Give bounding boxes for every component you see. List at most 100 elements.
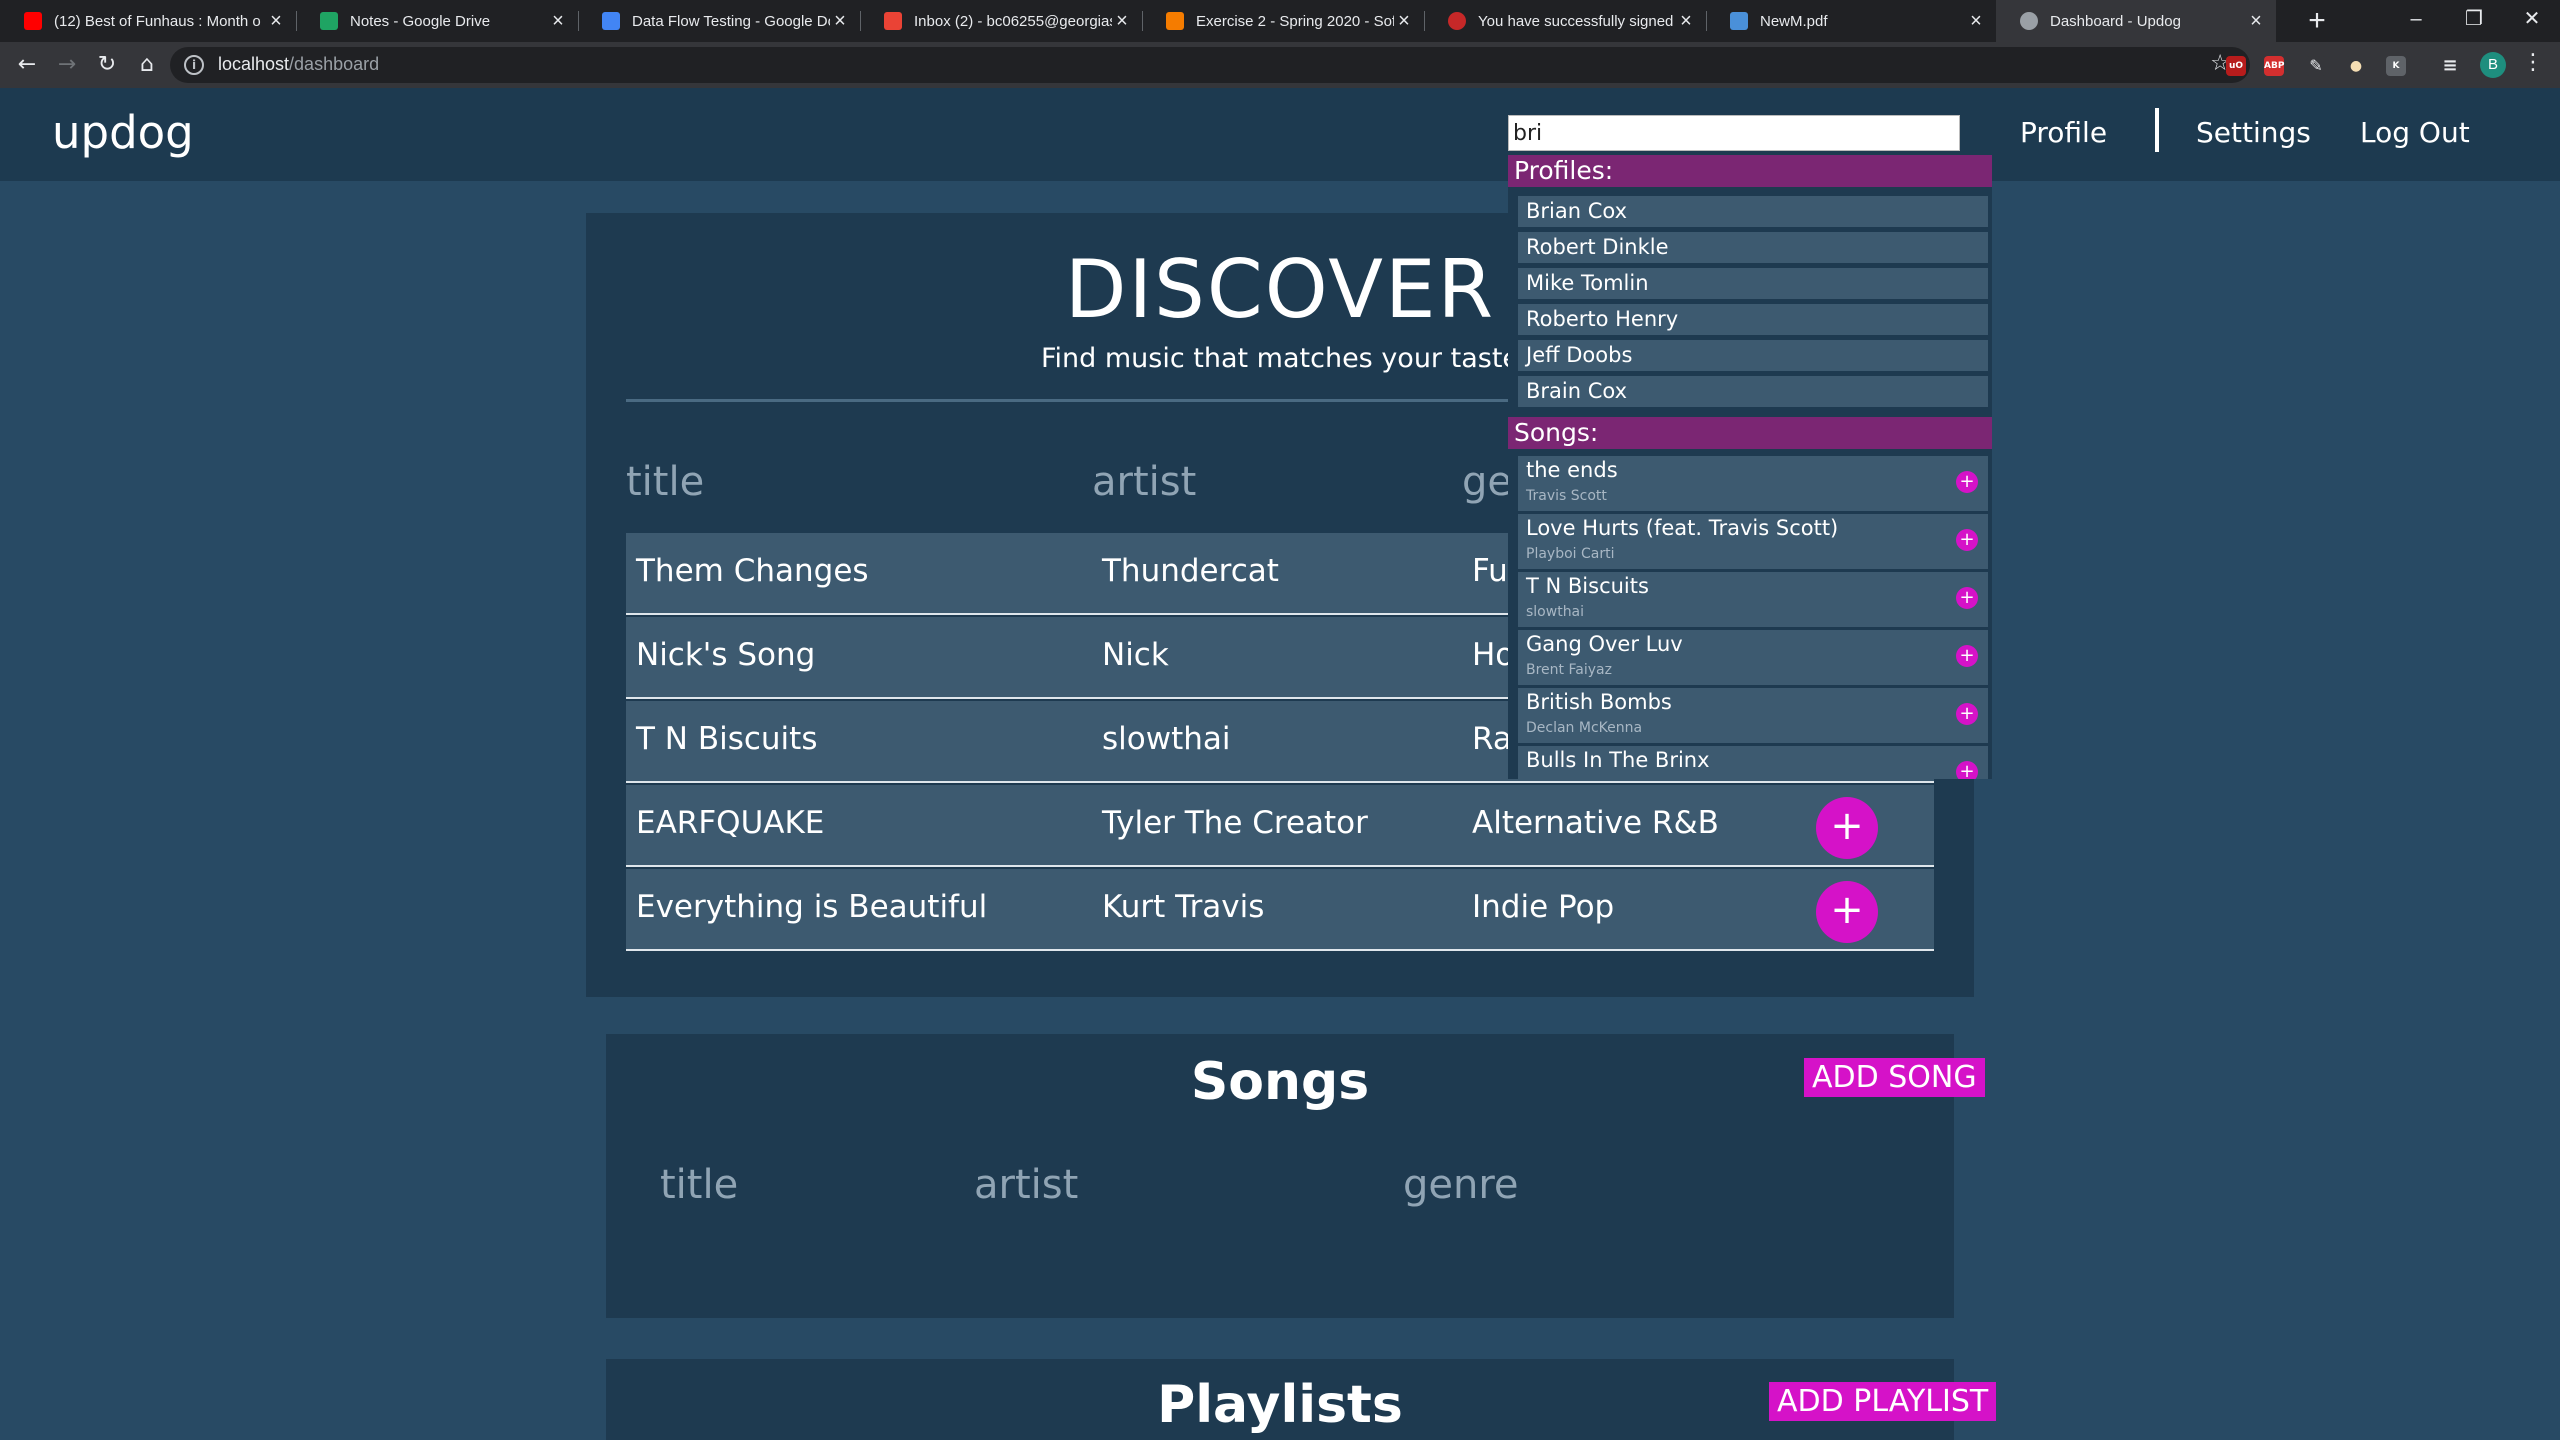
add-to-library-icon[interactable]: +	[1956, 529, 1978, 551]
song-result[interactable]: T N Biscuits slowthai +	[1518, 572, 1988, 627]
browser-profile-avatar[interactable]: B	[2480, 52, 2506, 78]
song-result[interactable]: the ends Travis Scott +	[1518, 456, 1988, 511]
song-genre: Alternative R&B	[1472, 805, 1719, 841]
nav-logout-link[interactable]: Log Out	[2360, 116, 2470, 149]
browser-tab[interactable]: You have successfully signed o ×	[1424, 0, 1706, 42]
close-tab-icon[interactable]: ×	[266, 10, 286, 33]
nav-divider	[2155, 108, 2159, 152]
add-song-button[interactable]: +	[1816, 797, 1878, 859]
song-result-artist: Brent Faiyaz	[1526, 662, 1612, 678]
add-song-button[interactable]: ADD SONG	[1804, 1058, 1985, 1097]
google-drive-favicon-icon	[320, 12, 338, 30]
home-icon[interactable]: ⌂	[132, 50, 162, 80]
tab-title: Exercise 2 - Spring 2020 - Soft	[1196, 12, 1394, 30]
songs-header: Songs:	[1508, 417, 1992, 449]
song-result-artist: slowthai	[1526, 604, 1585, 620]
song-result-title: British Bombs	[1526, 690, 1672, 714]
add-song-button[interactable]: +	[1816, 881, 1878, 943]
browser-tab-strip: (12) Best of Funhaus : Month o × Notes -…	[0, 0, 2560, 42]
profile-result[interactable]: Jeff Doobs	[1518, 340, 1988, 371]
pencil-extension-icon[interactable]: ✎	[2306, 56, 2326, 76]
adblock-plus-icon[interactable]: ABP	[2264, 56, 2284, 76]
close-tab-icon[interactable]: ×	[830, 10, 850, 33]
close-window-icon[interactable]: ✕	[2504, 0, 2560, 42]
playlists-card: Playlists ADD PLAYLIST	[606, 1359, 1997, 1440]
browser-tab[interactable]: (12) Best of Funhaus : Month o ×	[0, 0, 296, 42]
song-result-title: T N Biscuits	[1526, 574, 1649, 598]
profile-result[interactable]: Brain Cox	[1518, 376, 1988, 407]
song-result-artist: Playboi Carti	[1526, 546, 1615, 562]
close-tab-icon[interactable]: ×	[1394, 10, 1414, 33]
nav-settings-link[interactable]: Settings	[2196, 116, 2311, 149]
tab-title: Inbox (2) - bc06255@georgias	[914, 12, 1112, 30]
add-to-library-icon[interactable]: +	[1956, 587, 1978, 609]
close-tab-icon[interactable]: ×	[548, 10, 568, 33]
search-input[interactable]	[1508, 115, 1960, 151]
back-icon[interactable]: ←	[12, 50, 42, 80]
profile-result[interactable]: Robert Dinkle	[1518, 232, 1988, 263]
forward-icon[interactable]: →	[52, 50, 82, 80]
song-genre: Ra	[1472, 721, 1512, 757]
song-genre: Fu	[1472, 553, 1508, 589]
song-result[interactable]: British Bombs Declan McKenna +	[1518, 688, 1988, 743]
profiles-header: Profiles:	[1508, 155, 1992, 187]
site-info-icon[interactable]: i	[184, 55, 204, 75]
song-title: EARFQUAKE	[636, 805, 825, 841]
close-tab-icon[interactable]: ×	[1112, 10, 1132, 33]
browser-tab[interactable]: Inbox (2) - bc06255@georgias ×	[860, 0, 1142, 42]
songs-card: Songs ADD SONG title artist genre	[606, 1034, 1985, 1318]
restore-icon[interactable]: ❐	[2446, 0, 2502, 42]
browser-tab[interactable]: NewM.pdf ×	[1706, 0, 1996, 42]
reload-icon[interactable]: ↻	[92, 50, 122, 80]
browser-menu-icon[interactable]: ⋮	[2522, 50, 2544, 75]
song-result[interactable]: Love Hurts (feat. Travis Scott) Playboi …	[1518, 514, 1988, 569]
song-title: Nick's Song	[636, 637, 816, 673]
browser-tab[interactable]: Notes - Google Drive ×	[296, 0, 578, 42]
brand-logo[interactable]: updog	[52, 106, 194, 159]
song-result-title: Bulls In The Brinx	[1526, 748, 1710, 772]
address-bar[interactable]: i localhost/dashboard ☆	[170, 47, 2250, 83]
profile-result[interactable]: Roberto Henry	[1518, 304, 1988, 335]
column-header-artist: artist	[974, 1162, 1079, 1208]
url-host: localhost	[218, 54, 290, 74]
add-to-library-icon[interactable]: +	[1956, 761, 1978, 779]
profile-result[interactable]: Brian Cox	[1518, 196, 1988, 227]
song-genre: Indie Pop	[1472, 889, 1615, 925]
reading-list-icon[interactable]: ≡	[2440, 56, 2460, 76]
pdf-favicon-icon	[1730, 12, 1748, 30]
extension-icon[interactable]: ●	[2346, 56, 2366, 76]
browser-tab-active[interactable]: Dashboard - Updog ×	[1996, 0, 2276, 42]
tab-title: Notes - Google Drive	[350, 12, 491, 30]
song-result[interactable]: Bulls In The Brinx +	[1518, 746, 1988, 779]
close-tab-icon[interactable]: ×	[1966, 10, 1986, 33]
add-to-library-icon[interactable]: +	[1956, 471, 1978, 493]
close-tab-icon[interactable]: ×	[1676, 10, 1696, 33]
song-result-artist: Travis Scott	[1526, 488, 1607, 504]
column-header-genre: genre	[1403, 1162, 1519, 1208]
nav-profile-link[interactable]: Profile	[2020, 116, 2107, 149]
app-navbar: updog Profile Settings Log Out	[0, 88, 2560, 181]
extension-icon[interactable]: K	[2386, 56, 2406, 76]
close-tab-icon[interactable]: ×	[2246, 10, 2266, 33]
add-playlist-button[interactable]: ADD PLAYLIST	[1769, 1382, 1997, 1421]
song-result-title: Love Hurts (feat. Travis Scott)	[1526, 516, 1839, 540]
browser-tab[interactable]: Data Flow Testing - Google Do ×	[578, 0, 860, 42]
course-site-favicon-icon	[1166, 12, 1184, 30]
column-header-title: title	[660, 1162, 739, 1208]
song-result[interactable]: Gang Over Luv Brent Faiyaz +	[1518, 630, 1988, 685]
song-title: T N Biscuits	[636, 721, 818, 757]
browser-tab[interactable]: Exercise 2 - Spring 2020 - Soft ×	[1142, 0, 1424, 42]
song-artist: slowthai	[1102, 721, 1231, 757]
minimize-icon[interactable]: –	[2388, 0, 2444, 42]
url-text[interactable]: localhost/dashboard	[218, 54, 379, 75]
google-docs-favicon-icon	[602, 12, 620, 30]
profile-result[interactable]: Mike Tomlin	[1518, 268, 1988, 299]
add-to-library-icon[interactable]: +	[1956, 703, 1978, 725]
tab-title: Data Flow Testing - Google Do	[632, 12, 830, 30]
search-results-dropdown: Profiles: Brian Cox Robert Dinkle Mike T…	[1508, 155, 1992, 779]
new-tab-button[interactable]: +	[2298, 2, 2336, 40]
add-to-library-icon[interactable]: +	[1956, 645, 1978, 667]
signout-favicon-icon	[1448, 12, 1466, 30]
ublock-origin-icon[interactable]: uO	[2226, 56, 2246, 76]
browser-toolbar: ← → ↻ ⌂ i localhost/dashboard ☆ uO ABP ✎…	[0, 42, 2560, 88]
